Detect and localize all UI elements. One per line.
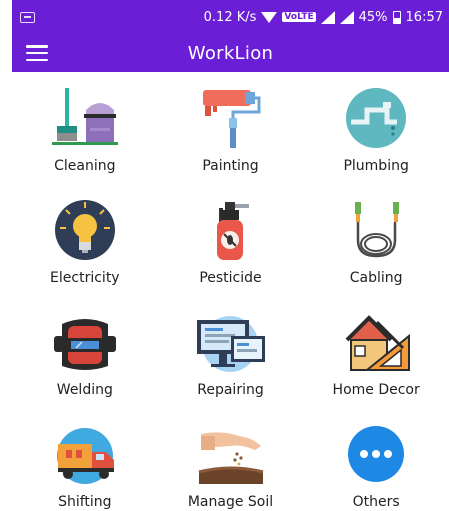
spray-bottle-icon — [191, 198, 269, 262]
service-label: Shifting — [58, 494, 112, 510]
cleaning-icon — [46, 86, 124, 150]
service-label: Pesticide — [199, 270, 262, 286]
truck-icon — [46, 422, 124, 486]
soil-hand-icon — [191, 422, 269, 486]
service-plumbing[interactable]: Plumbing — [303, 72, 449, 184]
service-label: Home Decor — [332, 382, 420, 398]
service-label: Welding — [56, 382, 113, 398]
service-label: Repairing — [197, 382, 264, 398]
clock: 16:57 — [405, 9, 443, 25]
service-welding[interactable]: Welding — [12, 296, 158, 408]
pipes-icon — [337, 86, 415, 150]
service-shifting[interactable]: Shifting — [12, 408, 158, 511]
service-home-decor[interactable]: Home Decor — [303, 296, 449, 408]
app-bar: WorkLion — [12, 34, 449, 72]
volte-badge: VoLTE — [282, 12, 316, 22]
service-pesticide[interactable]: Pesticide — [158, 184, 304, 296]
more-dots-icon — [337, 422, 415, 486]
service-cleaning[interactable]: Cleaning — [12, 72, 158, 184]
cable-icon — [337, 198, 415, 262]
signal-icon-2 — [339, 10, 354, 24]
light-bulb-icon — [46, 198, 124, 262]
service-cabling[interactable]: Cabling — [303, 184, 449, 296]
hamburger-menu-icon[interactable] — [26, 45, 48, 61]
service-label: Plumbing — [343, 158, 409, 174]
welding-mask-icon — [46, 310, 124, 374]
status-bar: 0.12 K/s VoLTE 45% 16:57 — [12, 0, 449, 34]
notification-icon — [20, 11, 35, 23]
status-indicators: 0.12 K/s VoLTE 45% 16:57 — [204, 10, 443, 25]
battery-percent: 45% — [358, 9, 388, 25]
network-speed: 0.12 K/s — [203, 9, 257, 25]
service-others[interactable]: Others — [303, 408, 449, 511]
app-screen: 0.12 K/s VoLTE 45% 16:57 WorkLion Cleani… — [12, 0, 449, 511]
service-repairing[interactable]: Repairing — [158, 296, 304, 408]
services-grid: Cleaning Painting Plumbing Electricity P… — [12, 72, 449, 511]
battery-icon — [392, 10, 401, 24]
service-manage-soil[interactable]: Manage Soil — [158, 408, 304, 511]
wifi-icon — [261, 11, 278, 23]
service-label: Painting — [202, 158, 259, 174]
service-label: Cleaning — [54, 158, 116, 174]
signal-icon — [320, 10, 335, 24]
house-tools-icon — [337, 310, 415, 374]
app-title: WorkLion — [187, 42, 274, 64]
computer-screens-icon — [191, 310, 269, 374]
paint-roller-icon — [191, 86, 269, 150]
service-label: Electricity — [50, 270, 120, 286]
service-label: Cabling — [349, 270, 403, 286]
service-electricity[interactable]: Electricity — [12, 184, 158, 296]
service-label: Others — [352, 494, 400, 510]
service-painting[interactable]: Painting — [158, 72, 304, 184]
service-label: Manage Soil — [187, 494, 274, 510]
